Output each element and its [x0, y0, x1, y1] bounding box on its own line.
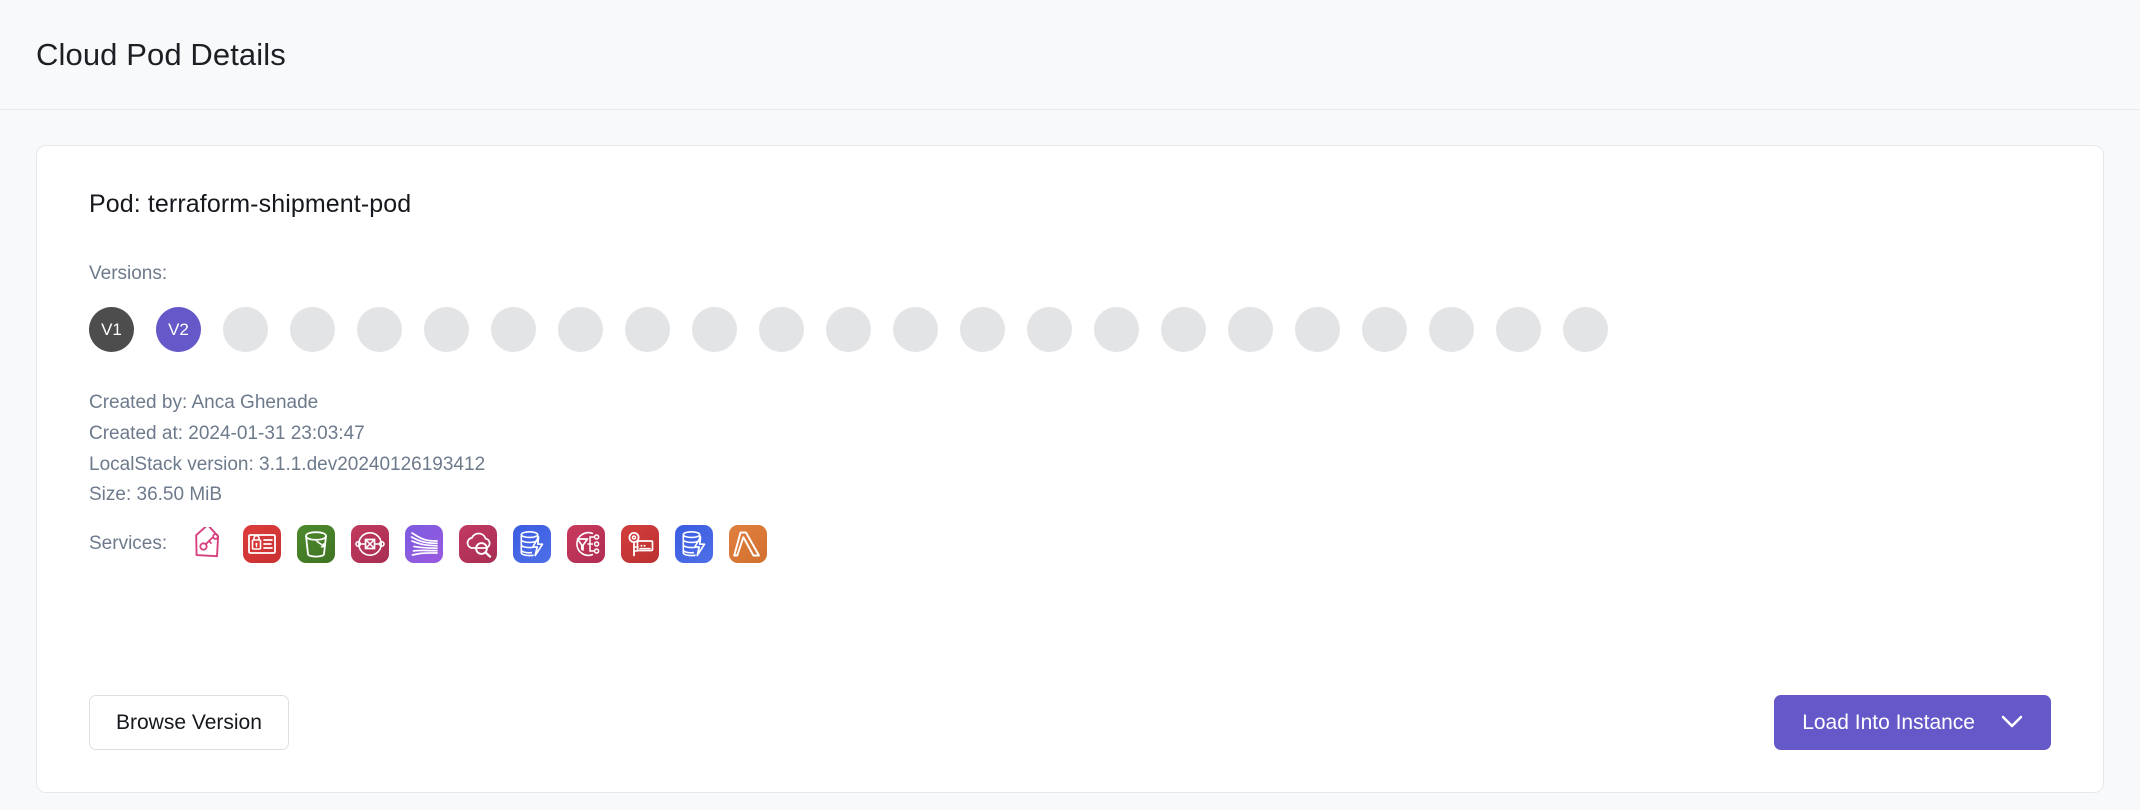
version-dot-empty — [759, 307, 804, 352]
created-at-text: Created at: 2024-01-31 23:03:47 — [89, 422, 365, 444]
s3-bucket-icon[interactable] — [297, 525, 336, 564]
version-dot-empty — [625, 307, 670, 352]
eventbridge-icon[interactable] — [567, 525, 606, 564]
browse-version-button[interactable]: Browse Version — [89, 694, 289, 750]
version-dot-empty — [960, 307, 1005, 352]
version-dot-empty — [1563, 307, 1608, 352]
dynamodb-icon[interactable] — [675, 525, 714, 564]
localstack-version-text: LocalStack version: 3.1.1.dev20240126193… — [89, 453, 486, 475]
chevron-down-icon — [2001, 711, 2023, 734]
version-dot-empty — [1295, 307, 1340, 352]
version-dot-empty — [223, 307, 268, 352]
dynamodb-icon[interactable] — [513, 525, 552, 564]
versions-label: Versions: — [89, 263, 168, 284]
page-header: Cloud Pod Details — [0, 0, 2140, 110]
load-into-instance-label: Load Into Instance — [1802, 710, 1975, 734]
page-title: Cloud Pod Details — [36, 36, 286, 72]
version-dot-empty — [558, 307, 603, 352]
pod-size-text: Size: 36.50 MiB — [89, 484, 223, 506]
version-dot-v1[interactable]: V1 — [89, 307, 134, 352]
version-dot-empty — [1429, 307, 1474, 352]
version-dot-empty — [1496, 307, 1541, 352]
created-by-text: Created by: Anca Ghenade — [89, 392, 319, 413]
pod-metadata: Created by: Anca Ghenade Created at: 202… — [89, 388, 2051, 511]
kinesis-stream-icon[interactable] — [405, 525, 444, 564]
services-label: Services: — [89, 533, 168, 555]
services-list: Services: — [89, 525, 2051, 564]
card-container: Pod: terraform-shipment-pod Versions: V1… — [0, 110, 2140, 793]
network-node-icon[interactable] — [351, 525, 390, 564]
version-dot-label: V1 — [101, 319, 122, 339]
version-dot-label: V2 — [168, 319, 189, 339]
version-dot-empty — [692, 307, 737, 352]
version-dot-empty — [491, 307, 536, 352]
resource-tag-icon[interactable] — [189, 525, 227, 563]
version-dot-empty — [424, 307, 469, 352]
cloud-pod-details-card: Pod: terraform-shipment-pod Versions: V1… — [36, 145, 2104, 793]
lambda-icon[interactable] — [729, 525, 768, 564]
version-dot-empty — [1362, 307, 1407, 352]
service-icons-container — [189, 525, 768, 564]
version-dot-empty — [1094, 307, 1139, 352]
pod-name-heading: Pod: terraform-shipment-pod — [89, 190, 412, 218]
version-dot-empty — [357, 307, 402, 352]
version-dot-empty — [893, 307, 938, 352]
version-dot-empty — [826, 307, 871, 352]
versions-list: V1 V2 — [89, 307, 2051, 352]
iam-icon[interactable] — [243, 525, 282, 564]
version-dot-empty — [1027, 307, 1072, 352]
version-dot-empty — [1228, 307, 1273, 352]
cloudwatch-search-icon[interactable] — [459, 525, 498, 564]
secrets-manager-icon[interactable] — [621, 525, 660, 564]
version-dot-v2[interactable]: V2 — [156, 307, 201, 352]
version-dot-empty — [1161, 307, 1206, 352]
version-dot-empty — [290, 307, 335, 352]
card-footer: Browse Version Load Into Instance — [89, 694, 2051, 750]
load-into-instance-button[interactable]: Load Into Instance — [1774, 694, 2051, 750]
